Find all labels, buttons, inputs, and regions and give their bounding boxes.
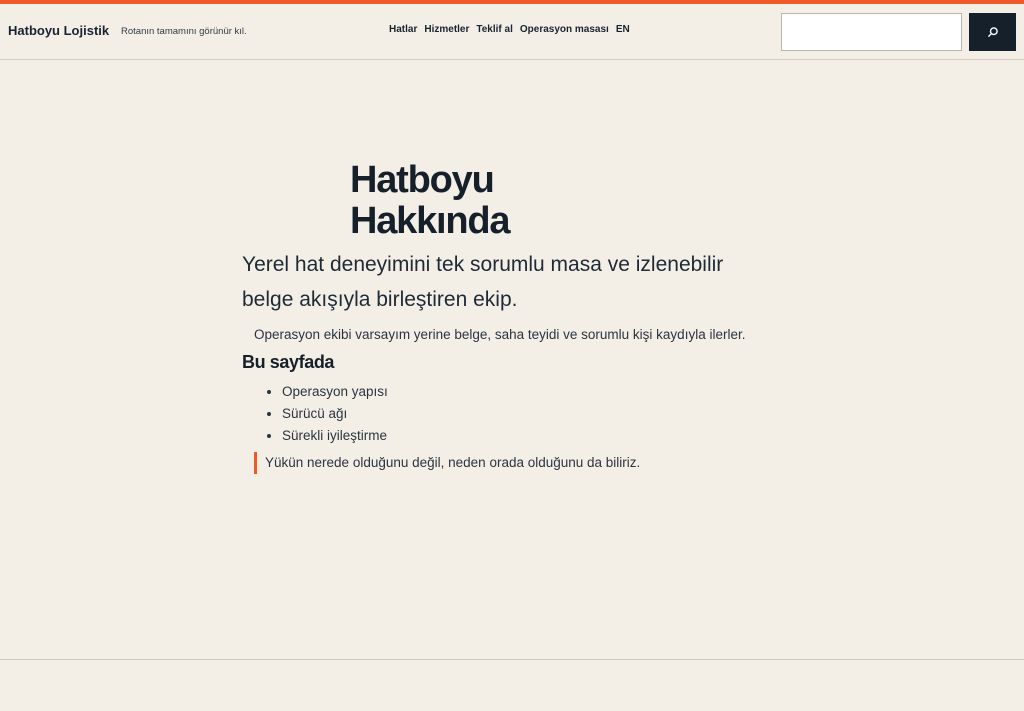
toc-item-surucu-agi: Sürücü ağı xyxy=(282,403,388,425)
page-title: Hatboyu Hakkında xyxy=(350,159,511,242)
toc-list: Operasyon yapısı Sürücü ağı Sürekli iyil… xyxy=(242,381,388,447)
search-button[interactable] xyxy=(969,13,1016,51)
footer-divider xyxy=(0,659,1024,660)
intro-paragraph: Operasyon ekibi varsayım yerine belge, s… xyxy=(254,327,746,342)
tagline: Rotanın tamamını görünür kıl. xyxy=(121,26,247,37)
site-header: Hatboyu Lojistik Rotanın tamamını görünü… xyxy=(0,4,1024,60)
nav-link-hatlar[interactable]: Hatlar xyxy=(389,24,417,35)
search-input[interactable] xyxy=(781,13,962,51)
search-icon xyxy=(987,27,998,37)
nav-link-language-en[interactable]: EN xyxy=(616,24,630,35)
pull-quote: Yükün nerede olduğunu değil, neden orada… xyxy=(254,452,640,474)
brand-logo-link[interactable]: Hatboyu Lojistik xyxy=(8,23,109,38)
nav-link-operasyon-masasi[interactable]: Operasyon masası xyxy=(520,24,609,35)
main-nav: Hatlar Hizmetler Teklif al Operasyon mas… xyxy=(389,24,630,35)
toc-item-operasyon-yapisi: Operasyon yapısı xyxy=(282,381,388,403)
section-heading: Bu sayfada xyxy=(242,352,335,372)
lead-paragraph: Yerel hat deneyimini tek sorumlu masa ve… xyxy=(242,253,724,311)
nav-link-hizmetler[interactable]: Hizmetler xyxy=(424,24,469,35)
toc-item-surekli-iyilestirme: Sürekli iyileştirme xyxy=(282,425,388,447)
nav-link-teklif-al[interactable]: Teklif al xyxy=(476,24,513,35)
